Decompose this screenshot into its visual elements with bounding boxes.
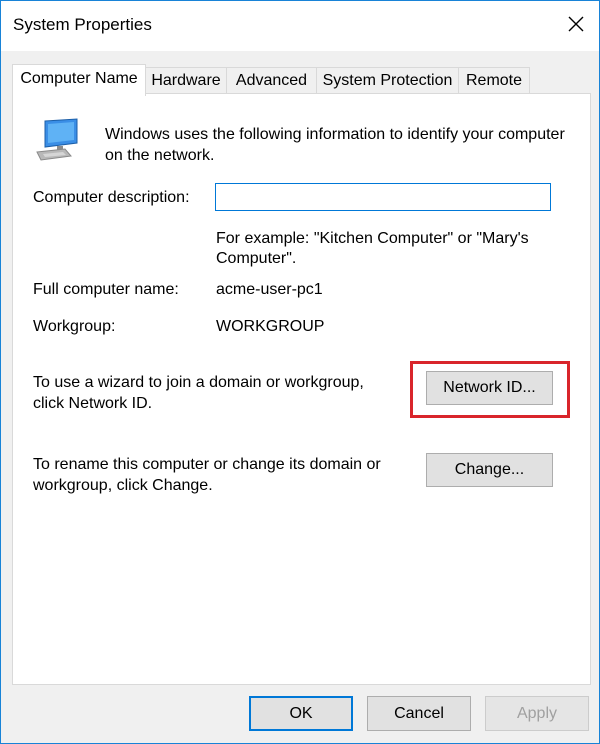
workgroup-value: WORKGROUP — [216, 318, 325, 335]
change-instructions: To rename this computer or change its do… — [33, 456, 381, 494]
title-bar: System Properties — [1, 1, 599, 51]
close-icon — [568, 16, 584, 32]
computer-description-label: Computer description: — [33, 189, 190, 206]
ok-button[interactable]: OK — [249, 696, 353, 731]
description-example-text: For example: "Kitchen Computer" or "Mary… — [216, 230, 529, 267]
window-title: System Properties — [13, 15, 152, 34]
apply-button[interactable]: Apply — [485, 696, 589, 731]
workgroup-label: Workgroup: — [33, 318, 116, 335]
close-button[interactable] — [553, 1, 599, 47]
computer-monitor-icon — [36, 118, 78, 161]
tab-computer-name[interactable]: Computer Name — [12, 64, 146, 96]
computer-description-input[interactable] — [215, 183, 551, 211]
computer-name-panel: Windows uses the following information t… — [12, 93, 591, 685]
intro-text: Windows uses the following information t… — [105, 126, 565, 164]
tab-remote[interactable]: Remote — [458, 67, 530, 94]
tab-advanced[interactable]: Advanced — [226, 67, 317, 94]
full-computer-name-label: Full computer name: — [33, 281, 179, 298]
network-id-button[interactable]: Network ID... — [426, 371, 553, 405]
system-properties-window: System Properties Computer Name Hardware… — [0, 0, 600, 744]
network-id-instructions: To use a wizard to join a domain or work… — [33, 374, 364, 412]
change-button[interactable]: Change... — [426, 453, 553, 487]
tab-hardware[interactable]: Hardware — [145, 67, 227, 94]
full-computer-name-value: acme-user-pc1 — [216, 281, 323, 298]
tab-system-protection[interactable]: System Protection — [316, 67, 459, 94]
cancel-button[interactable]: Cancel — [367, 696, 471, 731]
